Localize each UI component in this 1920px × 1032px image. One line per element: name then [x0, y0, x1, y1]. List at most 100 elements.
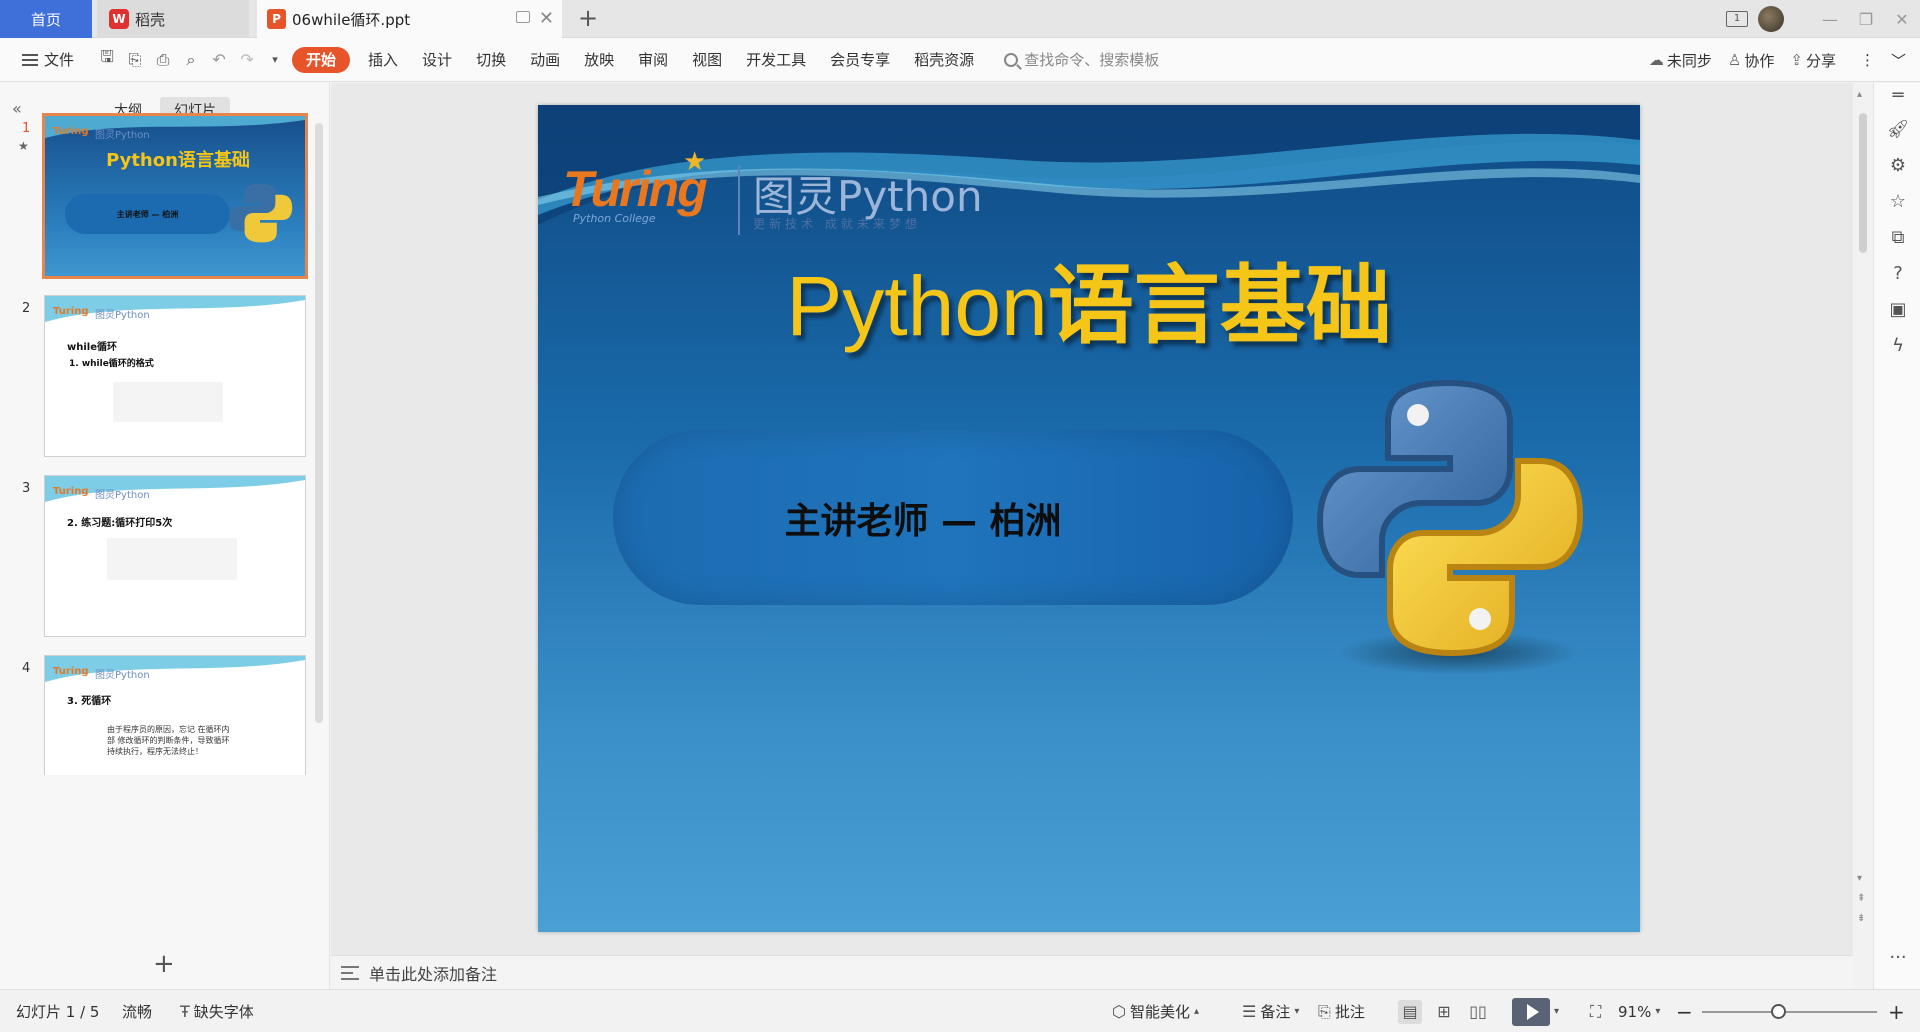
more-tools-icon[interactable]: ··· — [1886, 945, 1910, 969]
notes-toggle-button[interactable]: ☰ 备注 ▾ — [1242, 990, 1299, 1032]
zoom-slider[interactable] — [1702, 1011, 1877, 1013]
favorite-star-icon[interactable]: ☆ — [1886, 189, 1910, 213]
notes-toggle-label: 备注 — [1260, 1003, 1291, 1021]
slide-switch-icon[interactable]: ⧉ — [1886, 225, 1910, 249]
quick-access-more-icon[interactable]: ▾ — [264, 49, 286, 71]
play-slideshow-group: ▾ — [1512, 990, 1559, 1032]
logo-divider — [738, 165, 740, 235]
redo-icon[interactable]: ↷ — [236, 49, 258, 71]
tab-slideshow[interactable]: 放映 — [572, 49, 626, 70]
tab-docer-label: 稻壳 — [135, 10, 166, 29]
tab-insert[interactable]: 插入 — [356, 49, 410, 70]
new-tab-button[interactable]: + — [578, 4, 598, 32]
add-slide-button[interactable]: + — [153, 949, 175, 979]
tab-home[interactable]: 首页 — [0, 0, 92, 38]
beautify-icon: ⬡ — [1112, 1002, 1126, 1021]
theme-name[interactable]: 流畅 — [122, 990, 152, 1032]
slide-number: 2 — [22, 301, 31, 316]
lightning-icon[interactable]: ϟ — [1886, 333, 1910, 357]
thumbnail-logo: Turing — [53, 486, 89, 497]
scroll-up-icon[interactable]: ▴ — [1857, 89, 1862, 100]
docer-logo-icon: W — [109, 9, 129, 29]
zoom-in-button[interactable]: + — [1888, 990, 1905, 1032]
ribbon-right-actions: ☁ 未同步 ♙ 协作 ⇪ 分享 ⋮ ﹀ — [1649, 38, 1906, 82]
collapse-ribbon-icon[interactable]: ﹀ — [1891, 50, 1906, 71]
thumbnail-logo-secondary: 图灵Python — [95, 130, 150, 141]
minimize-icon[interactable]: — — [1812, 10, 1848, 29]
next-slide-icon[interactable]: ⇟ — [1857, 913, 1865, 924]
collaborate-label: 协作 — [1744, 51, 1775, 70]
thumbnail-slide-3[interactable]: Turing 图灵Python 2. 练习题:循环打印5次 — [44, 475, 306, 637]
star-icon: ★ — [683, 147, 707, 177]
tab-docer[interactable]: W 稻壳 — [97, 0, 249, 38]
thumbnail-scrollbar[interactable] — [315, 123, 323, 723]
canvas-vertical-scrollbar[interactable]: ▴ ▾ ⇞ ⇟ — [1853, 83, 1873, 989]
search-icon — [1004, 52, 1019, 67]
restore-icon[interactable]: ❐ — [1848, 10, 1884, 29]
tab-document[interactable]: P 06while循环.ppt ✕ — [257, 0, 562, 38]
zoom-caret-icon: ▾ — [1655, 1006, 1661, 1017]
normal-view-icon[interactable]: ▤ — [1398, 999, 1422, 1024]
play-slideshow-button[interactable] — [1512, 997, 1550, 1026]
rocket-icon[interactable]: 🚀︎ — [1886, 117, 1910, 141]
tab-docer-resources[interactable]: 稻壳资源 — [902, 49, 986, 70]
fit-window-icon[interactable]: ⛶ — [1590, 990, 1601, 1032]
tab-design[interactable]: 设计 — [410, 49, 464, 70]
print-icon[interactable]: ⎙ — [152, 49, 174, 71]
float-window-icon[interactable] — [516, 11, 530, 23]
export-pdf-icon[interactable]: ⎘ — [124, 49, 146, 71]
collapse-panel-icon[interactable]: « — [12, 99, 22, 118]
slide-sorter-view-icon[interactable]: ⊞ — [1432, 1000, 1456, 1024]
thumbnail-slide-1[interactable]: Turing 图灵Python Python语言基础 主讲老师 — 柏洲 — [42, 113, 308, 279]
file-menu-button[interactable]: 文件 — [22, 49, 74, 70]
scrollbar-thumb[interactable] — [1859, 113, 1867, 253]
thumbnail-logo: Turing — [53, 126, 89, 137]
save-icon[interactable]: 🖫 — [96, 47, 118, 71]
zoom-slider-handle[interactable] — [1771, 1004, 1786, 1019]
avatar[interactable] — [1758, 6, 1784, 32]
presenter-text[interactable]: 主讲老师 — 柏洲 — [613, 430, 1293, 605]
tab-member[interactable]: 会员专享 — [818, 49, 902, 70]
zoom-out-button[interactable]: − — [1676, 990, 1693, 1032]
comments-button[interactable]: ⎘ 批注 — [1318, 990, 1365, 1032]
tab-home-ribbon[interactable]: 开始 — [292, 46, 351, 73]
share-button[interactable]: ⇪ 分享 — [1790, 50, 1836, 71]
scroll-down-icon[interactable]: ▾ — [1857, 873, 1862, 884]
window-layout-icon[interactable]: 1 — [1726, 11, 1748, 27]
sync-button[interactable]: ☁ 未同步 — [1649, 50, 1712, 71]
smart-beautify-label: 智能美化 — [1129, 1003, 1190, 1021]
help-icon[interactable]: ? — [1886, 261, 1910, 285]
font-warning-icon: Ŧ — [180, 1002, 190, 1021]
tab-animations[interactable]: 动画 — [518, 49, 572, 70]
zoom-level-dropdown[interactable]: 91% ▾ — [1618, 990, 1660, 1032]
thumbnail-slide-4[interactable]: Turing 图灵Python 3. 死循环 由于程序员的原因，忘记 在循环内部… — [44, 655, 306, 775]
view-mode-group: ▤ ⊞ ▯▯ — [1398, 990, 1490, 1032]
side-tool-panel: ═ 🚀︎ ⚙ ☆ ⧉ ? ▣ ϟ ··· — [1873, 83, 1920, 989]
print-preview-icon[interactable]: ⌕ — [180, 49, 202, 71]
menu-icon — [22, 53, 38, 66]
image-tool-icon[interactable]: ▣ — [1886, 297, 1910, 321]
divider-lines-icon: ═ — [1892, 84, 1904, 106]
more-options-icon[interactable]: ⋮ — [1860, 51, 1875, 69]
tab-developer[interactable]: 开发工具 — [734, 49, 818, 70]
undo-icon[interactable]: ↶ — [208, 49, 230, 71]
close-tab-icon[interactable]: ✕ — [539, 8, 554, 29]
reading-view-icon[interactable]: ▯▯ — [1466, 1000, 1490, 1024]
thumbnail-slide-2[interactable]: Turing 图灵Python while循环 1. while循环的格式 — [44, 295, 306, 457]
slide-thumbnail-panel: « 大纲 幻灯片 1 ★ Turing 图灵Python Python语言基础 … — [0, 83, 330, 989]
thumbnail-title: 3. 死循环 — [67, 696, 112, 707]
close-window-icon[interactable]: ✕ — [1884, 10, 1920, 29]
tab-review[interactable]: 审阅 — [626, 49, 680, 70]
slide-title[interactable]: Python语言基础 — [538, 235, 1640, 360]
tab-view[interactable]: 视图 — [680, 49, 734, 70]
tab-transitions[interactable]: 切换 — [464, 49, 518, 70]
current-slide[interactable]: Turing Python College ★ 图灵Python 更新技术 成就… — [538, 105, 1640, 932]
notes-input[interactable]: 单击此处添加备注 — [331, 955, 1853, 989]
adjust-settings-icon[interactable]: ⚙ — [1886, 153, 1910, 177]
missing-fonts-button[interactable]: Ŧ 缺失字体 — [180, 990, 254, 1032]
smart-beautify-button[interactable]: ⬡ 智能美化 ▴ — [1112, 990, 1199, 1032]
collaborate-button[interactable]: ♙ 协作 — [1728, 50, 1774, 71]
play-options-caret-icon[interactable]: ▾ — [1554, 1006, 1559, 1017]
previous-slide-icon[interactable]: ⇞ — [1857, 893, 1865, 904]
command-search[interactable]: 查找命令、搜索模板 — [1004, 49, 1159, 70]
